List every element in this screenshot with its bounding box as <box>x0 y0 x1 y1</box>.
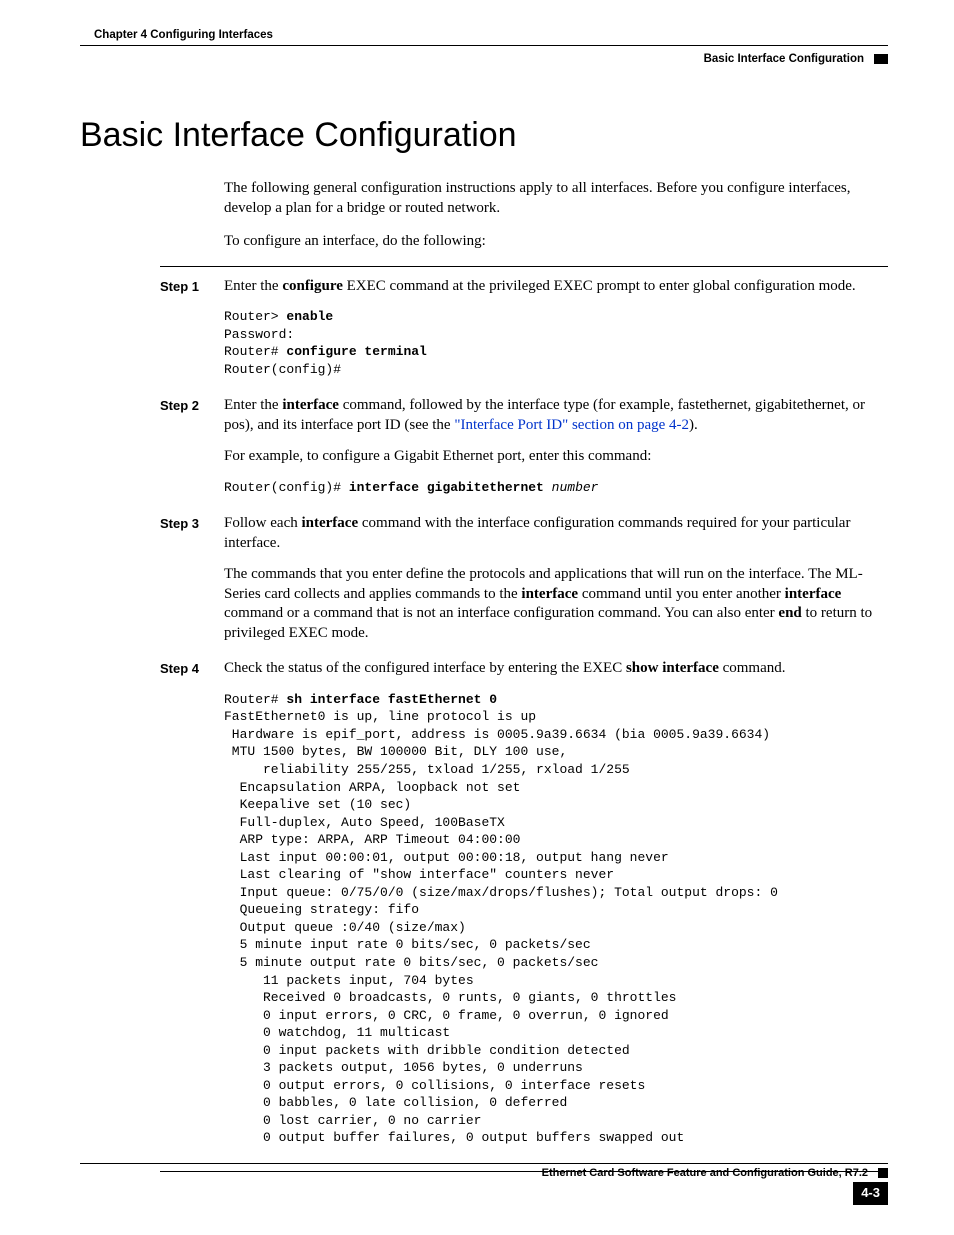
interface-port-id-link[interactable]: "Interface Port ID" section on page 4-2 <box>454 417 689 433</box>
header-section: Basic Interface Configuration <box>704 52 864 67</box>
step-2-text-2: For example, to configure a Gigabit Ethe… <box>224 447 888 467</box>
step-3-text-1: Follow each interface command with the i… <box>224 514 888 553</box>
step-4-code: Router# sh interface fastEthernet 0 Fast… <box>224 691 888 1147</box>
header-section-row: Basic Interface Configuration <box>80 52 888 67</box>
step-3-text-2: The commands that you enter define the p… <box>224 565 888 643</box>
header-marker-icon <box>874 54 888 64</box>
step-3: Step 3 Follow each interface command wit… <box>160 514 888 655</box>
step-3-label: Step 3 <box>160 514 224 655</box>
step-2-label: Step 2 <box>160 396 224 510</box>
page-number: 4-3 <box>853 1182 888 1205</box>
step-2-text-1: Enter the interface command, followed by… <box>224 396 888 435</box>
step-2: Step 2 Enter the interface command, foll… <box>160 396 888 510</box>
page-title: Basic Interface Configuration <box>80 113 888 157</box>
steps-top-rule <box>160 266 888 267</box>
footer-marker-icon <box>878 1168 888 1178</box>
header-chapter: Chapter 4 Configuring Interfaces <box>94 28 273 43</box>
footer: Ethernet Card Software Feature and Confi… <box>80 1163 888 1205</box>
step-4: Step 4 Check the status of the configure… <box>160 659 888 1161</box>
intro-paragraph-1: The following general configuration inst… <box>224 179 888 218</box>
step-2-code: Router(config)# interface gigabitetherne… <box>224 479 888 497</box>
header-bar: Chapter 4 Configuring Interfaces <box>80 28 888 46</box>
step-4-label: Step 4 <box>160 659 224 1161</box>
footer-guide-title: Ethernet Card Software Feature and Confi… <box>542 1166 868 1180</box>
step-1-label: Step 1 <box>160 277 224 393</box>
step-1: Step 1 Enter the configure EXEC command … <box>160 277 888 393</box>
intro-paragraph-2: To configure an interface, do the follow… <box>224 232 888 252</box>
step-4-text: Check the status of the configured inter… <box>224 659 888 679</box>
step-1-code: Router> enable Password: Router# configu… <box>224 308 888 378</box>
step-1-text: Enter the configure EXEC command at the … <box>224 277 888 297</box>
